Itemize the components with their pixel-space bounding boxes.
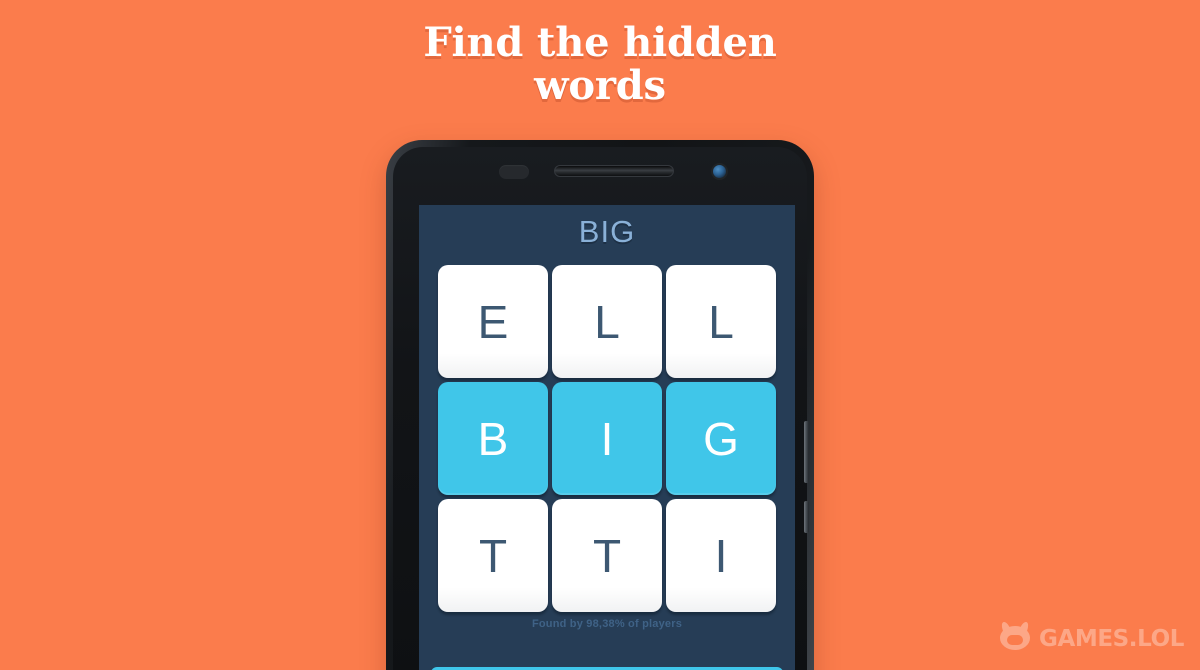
- letter-tile[interactable]: L: [552, 265, 662, 378]
- front-camera-icon: [711, 163, 728, 180]
- phone-bezel: BIG E L L B I G T T I Found by 98,38% of…: [393, 147, 809, 670]
- letter-tile[interactable]: T: [552, 499, 662, 612]
- proximity-sensor-icon: [499, 165, 529, 179]
- page-title: Find the hidden words: [423, 19, 777, 109]
- power-button[interactable]: [804, 501, 809, 533]
- brand-name-label: GAMES.LOL: [1038, 625, 1184, 652]
- volume-rocker-button[interactable]: [804, 421, 809, 483]
- tile-letter: B: [477, 412, 509, 465]
- tile-letter: E: [477, 295, 509, 348]
- earpiece-speaker-icon: [554, 165, 674, 177]
- tile-letter: T: [478, 529, 508, 582]
- tile-letter: L: [708, 295, 734, 348]
- letter-tile[interactable]: E: [438, 265, 548, 378]
- letter-grid: E L L B I G T T I: [438, 265, 776, 612]
- tile-letter: T: [592, 529, 622, 582]
- letter-tile-found[interactable]: G: [666, 382, 776, 495]
- tile-letter: L: [594, 295, 620, 348]
- letter-tile[interactable]: L: [666, 265, 776, 378]
- found-by-percentage-label: Found by 98,38% of players: [531, 618, 683, 630]
- phone-device: BIG E L L B I G T T I Found by 98,38% of…: [386, 140, 814, 670]
- cat-mascot-icon: [998, 621, 1032, 656]
- letter-tile[interactable]: I: [666, 499, 776, 612]
- game-screen: BIG E L L B I G T T I Found by 98,38% of…: [419, 205, 795, 670]
- tile-letter: I: [714, 529, 728, 582]
- letter-tile[interactable]: T: [438, 499, 548, 612]
- letter-tile-found[interactable]: B: [438, 382, 548, 495]
- brand-watermark: GAMES.LOL: [998, 621, 1184, 656]
- letter-tile-found[interactable]: I: [552, 382, 662, 495]
- current-word-label: BIG: [578, 214, 636, 249]
- tile-letter: G: [703, 412, 739, 465]
- tile-letter: I: [600, 412, 614, 465]
